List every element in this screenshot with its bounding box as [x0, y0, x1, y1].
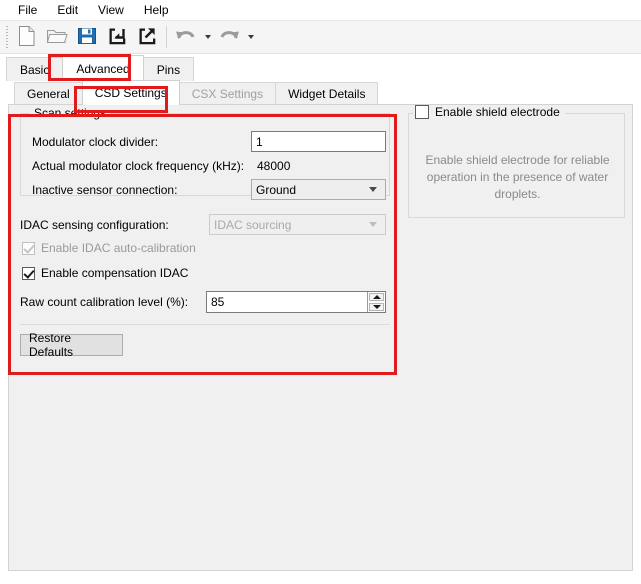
new-file-icon [17, 25, 37, 50]
redo-button[interactable] [214, 22, 244, 52]
chevron-down-icon [369, 187, 377, 192]
csd-settings-content: Scan settings Modulator clock divider: 1… [8, 104, 633, 571]
restore-defaults-label: Restore Defaults [29, 331, 74, 359]
chevron-down-icon [204, 35, 211, 39]
tab-general-label: General [27, 87, 70, 101]
toolbar [0, 20, 641, 54]
tab-basic[interactable]: Basic [6, 57, 64, 81]
tab-pins[interactable]: Pins [142, 57, 195, 81]
tab-general[interactable]: General [14, 82, 83, 105]
tab-widget-details[interactable]: Widget Details [275, 82, 379, 105]
tab-advanced-label: Advanced [76, 61, 130, 76]
tab-widget-details-label: Widget Details [288, 87, 366, 101]
modulator-clock-divider-label: Modulator clock divider: [32, 135, 159, 149]
undo-dropdown-button[interactable] [201, 22, 214, 52]
undo-icon [175, 27, 197, 48]
tab-advanced[interactable]: Advanced [62, 55, 144, 81]
stepper-down-button[interactable] [369, 303, 384, 311]
shield-electrode-help-text: Enable shield electrode for reliable ope… [425, 153, 610, 201]
outer-tab-bar: Basic Advanced Pins [0, 54, 641, 81]
raw-count-calibration-stepper[interactable]: 85 [206, 291, 386, 313]
actual-frequency-label: Actual modulator clock frequency (kHz): [32, 159, 245, 173]
shield-electrode-group: Enable shield electrode Enable shield el… [408, 105, 625, 218]
inner-tab-bar: General CSD Settings CSX Settings Widget… [8, 79, 633, 105]
save-button[interactable] [72, 22, 102, 52]
save-icon [77, 26, 97, 49]
modulator-clock-divider-input[interactable]: 1 [251, 131, 386, 152]
import-button[interactable] [102, 22, 132, 52]
tab-csx-settings-label: CSX Settings [191, 87, 264, 101]
restore-defaults-button[interactable]: Restore Defaults [20, 331, 123, 359]
tab-csd-settings[interactable]: CSD Settings [81, 80, 180, 105]
redo-dropdown-button[interactable] [244, 22, 257, 52]
toolbar-separator [166, 26, 167, 48]
idac-auto-calibration-checkbox-row: Enable IDAC auto-calibration [22, 241, 196, 255]
idac-sensing-config-value: IDAC sourcing [214, 217, 292, 232]
compensation-idac-label: Enable compensation IDAC [41, 266, 189, 280]
stepper-up-button[interactable] [369, 293, 384, 301]
tab-basic-label: Basic [20, 62, 50, 77]
actual-frequency-value: 48000 [257, 159, 291, 173]
import-icon [107, 26, 127, 49]
idac-auto-calibration-label: Enable IDAC auto-calibration [41, 241, 196, 255]
export-icon [137, 26, 157, 49]
idac-auto-calibration-checkbox [22, 241, 35, 255]
tab-pins-label: Pins [156, 62, 181, 77]
tab-csx-settings: CSX Settings [178, 82, 277, 105]
raw-count-calibration-label: Raw count calibration level (%): [20, 295, 189, 309]
chevron-down-icon [247, 35, 254, 39]
chevron-down-icon [369, 222, 377, 227]
idac-sensing-config-select: IDAC sourcing [209, 214, 386, 235]
divider [20, 324, 390, 325]
inactive-sensor-select[interactable]: Ground [251, 179, 386, 200]
enable-shield-electrode-checkbox[interactable] [415, 105, 429, 119]
new-file-button[interactable] [12, 22, 42, 52]
menu-item-file[interactable]: File [8, 0, 47, 20]
inactive-sensor-value: Ground [256, 182, 297, 197]
undo-button[interactable] [171, 22, 201, 52]
redo-icon [218, 27, 240, 48]
inactive-sensor-label: Inactive sensor connection: [32, 183, 178, 197]
modulator-clock-divider-value: 1 [256, 134, 263, 149]
arrow-up-icon [372, 295, 381, 299]
inner-tab-panel: General CSD Settings CSX Settings Widget… [8, 79, 633, 571]
open-folder-icon [46, 26, 68, 49]
menu-item-view[interactable]: View [88, 0, 134, 20]
shield-electrode-legend: Enable shield electrode [413, 105, 565, 119]
enable-shield-electrode-label: Enable shield electrode [435, 105, 560, 119]
compensation-idac-checkbox-row[interactable]: Enable compensation IDAC [22, 266, 188, 280]
menu-item-help[interactable]: Help [134, 0, 179, 20]
menu-item-edit[interactable]: Edit [47, 0, 88, 20]
raw-count-calibration-value: 85 [211, 295, 225, 309]
stepper-buttons [367, 292, 385, 312]
menu-bar: File Edit View Help [0, 0, 641, 20]
tab-csd-settings-label: CSD Settings [94, 86, 167, 100]
compensation-idac-checkbox[interactable] [22, 266, 35, 280]
open-folder-button[interactable] [42, 22, 72, 52]
idac-sensing-config-label: IDAC sensing configuration: [20, 218, 169, 232]
scan-settings-legend: Scan settings [30, 106, 111, 120]
export-button[interactable] [132, 22, 162, 52]
toolbar-grip[interactable] [4, 24, 10, 50]
arrow-down-icon [372, 305, 381, 309]
